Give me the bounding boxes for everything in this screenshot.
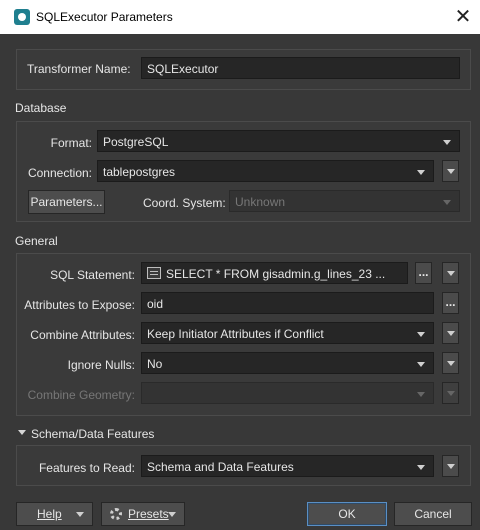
general-section-title: General: [15, 234, 58, 248]
coord-system-label: Coord. System:: [143, 196, 226, 210]
sql-editor-icon: [147, 267, 161, 279]
combine-attributes-select[interactable]: Keep Initiator Attributes if Conflict: [141, 322, 434, 344]
transformer-name-input[interactable]: SQLExecutor: [141, 57, 460, 79]
database-section-title: Database: [15, 101, 67, 115]
sql-statement-field[interactable]: SELECT * FROM gisadmin.g_lines_23 ...: [141, 262, 408, 284]
schema-collapse-icon[interactable]: [18, 430, 26, 435]
ok-button[interactable]: OK: [307, 502, 387, 526]
format-select[interactable]: PostgreSQL: [97, 130, 460, 152]
features-to-read-label: Features to Read:: [38, 461, 135, 475]
combine-attributes-label: Combine Attributes:: [30, 328, 135, 342]
ignore-nulls-label: Ignore Nulls:: [67, 358, 135, 372]
attributes-expose-label: Attributes to Expose:: [24, 298, 135, 312]
sql-ellipsis-button[interactable]: ...: [415, 262, 432, 284]
app-icon: [14, 9, 30, 25]
combine-geometry-select[interactable]: [141, 382, 434, 404]
combine-geometry-dropdown-button[interactable]: [442, 382, 459, 404]
gear-icon: [110, 508, 122, 520]
combine-geometry-label: Combine Geometry:: [27, 388, 135, 402]
window-title: SQLExecutor Parameters: [36, 10, 173, 24]
presets-button-label: Presets: [128, 507, 169, 521]
connection-select[interactable]: tablepostgres: [97, 160, 434, 182]
sql-statement-value: SELECT * FROM gisadmin.g_lines_23 ...: [166, 267, 386, 281]
combine-attributes-dropdown-button[interactable]: [442, 322, 459, 344]
connection-label: Connection:: [27, 166, 92, 180]
close-button[interactable]: ✕: [450, 4, 476, 30]
transformer-name-label: Transformer Name:: [27, 62, 131, 76]
features-to-read-select[interactable]: Schema and Data Features: [141, 455, 434, 477]
help-button[interactable]: Help: [16, 502, 93, 526]
attributes-ellipsis-button[interactable]: ...: [442, 292, 459, 314]
help-button-label: Help: [37, 507, 62, 521]
ignore-nulls-select[interactable]: No: [141, 352, 434, 374]
coord-system-select[interactable]: Unknown: [229, 190, 460, 212]
presets-button[interactable]: Presets: [101, 502, 185, 526]
ignore-nulls-dropdown-button[interactable]: [442, 352, 459, 374]
sql-dropdown-button[interactable]: [442, 262, 459, 284]
parameters-button[interactable]: Parameters...: [28, 190, 105, 214]
features-to-read-dropdown-button[interactable]: [442, 455, 459, 477]
attributes-expose-input[interactable]: oid: [141, 292, 434, 314]
cancel-button[interactable]: Cancel: [394, 502, 472, 526]
connection-dropdown-button[interactable]: [442, 160, 459, 182]
sql-statement-label: SQL Statement:: [50, 268, 135, 282]
title-bar: SQLExecutor Parameters ✕: [0, 0, 480, 34]
format-label: Format:: [50, 136, 92, 150]
schema-section-title[interactable]: Schema/Data Features: [31, 427, 154, 441]
